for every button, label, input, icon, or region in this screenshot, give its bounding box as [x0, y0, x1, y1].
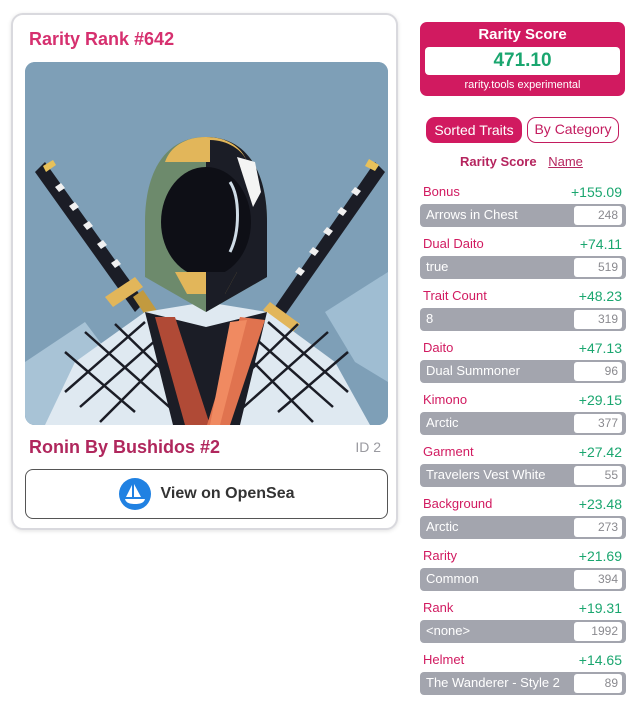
- trait-row[interactable]: Kimono +29.15 Arctic 377: [420, 391, 626, 443]
- sort-by-rarity-score[interactable]: Rarity Score: [460, 154, 537, 169]
- trait-value-bar: <none> 1992: [420, 620, 626, 643]
- nft-name: Ronin By Bushidos #2: [29, 437, 221, 457]
- trait-value: <none>: [426, 623, 471, 638]
- rarity-rank-title: Rarity Rank #642: [29, 29, 175, 49]
- trait-row[interactable]: Background +23.48 Arctic 273: [420, 495, 626, 547]
- trait-row[interactable]: Rarity +21.69 Common 394: [420, 547, 626, 599]
- trait-score: +27.42: [578, 444, 622, 460]
- trait-category: Helmet: [423, 652, 465, 667]
- trait-count: 55: [574, 466, 622, 485]
- trait-count: 89: [574, 674, 622, 693]
- opensea-boat-icon: [118, 478, 151, 510]
- nft-image[interactable]: [25, 62, 388, 425]
- trait-row[interactable]: Bonus +155.09 Arrows in Chest 248: [420, 183, 626, 235]
- trait-count: 394: [574, 570, 622, 589]
- trait-score: +21.69: [578, 548, 622, 564]
- trait-score: +155.09: [571, 184, 622, 200]
- trait-value-bar: The Wanderer - Style 2 89: [420, 672, 626, 695]
- trait-score: +47.13: [578, 340, 622, 356]
- trait-row[interactable]: Rank +19.31 <none> 1992: [420, 599, 626, 651]
- trait-score: +23.48: [578, 496, 622, 512]
- trait-score: +29.15: [578, 392, 622, 408]
- trait-score: +19.31: [578, 600, 622, 616]
- trait-row[interactable]: Dual Daito +74.11 true 519: [420, 235, 626, 287]
- trait-category: Garment: [423, 444, 474, 459]
- trait-score: +14.65: [578, 652, 622, 668]
- trait-value-bar: Arctic 377: [420, 412, 626, 435]
- opensea-button-label: View on OpenSea: [160, 485, 295, 502]
- nft-id: ID 2: [355, 439, 381, 455]
- trait-category: Daito: [423, 340, 454, 355]
- trait-category: Rarity: [423, 548, 457, 563]
- trait-value: Travelers Vest White: [426, 467, 546, 482]
- trait-score: +74.11: [579, 236, 622, 252]
- trait-value-bar: Arrows in Chest 248: [420, 204, 626, 227]
- trait-value: Dual Summoner: [426, 363, 520, 378]
- rarity-score-value: 471.10: [425, 47, 620, 75]
- trait-value: Arrows in Chest: [426, 207, 518, 222]
- trait-row[interactable]: Daito +47.13 Dual Summoner 96: [420, 339, 626, 391]
- trait-value-bar: Travelers Vest White 55: [420, 464, 626, 487]
- trait-value-bar: Arctic 273: [420, 516, 626, 539]
- trait-count: 248: [574, 206, 622, 225]
- trait-count: 96: [574, 362, 622, 381]
- trait-count: 519: [574, 258, 622, 277]
- trait-value-bar: Common 394: [420, 568, 626, 591]
- trait-value: true: [426, 259, 449, 274]
- rarity-score-subtitle: rarity.tools experimental: [464, 79, 581, 91]
- tab-by-category[interactable]: By Category: [527, 117, 619, 143]
- trait-category: Kimono: [423, 392, 468, 407]
- trait-count: 377: [574, 414, 622, 433]
- sort-options: Rarity Score Name: [460, 154, 583, 169]
- trait-category: Dual Daito: [423, 236, 484, 251]
- trait-list: Bonus +155.09 Arrows in Chest 248 Dual D…: [420, 183, 626, 703]
- nft-card: Rarity Rank #642 Ronin By Bushidos #2 ID…: [11, 13, 398, 530]
- trait-value-bar: Dual Summoner 96: [420, 360, 626, 383]
- trait-value: 8: [426, 311, 434, 326]
- trait-category: Trait Count: [423, 288, 487, 303]
- trait-count: 319: [574, 310, 622, 329]
- sort-by-name-link[interactable]: Name: [548, 154, 583, 169]
- tab-sorted-traits[interactable]: Sorted Traits: [426, 117, 522, 143]
- trait-value-bar: true 519: [420, 256, 626, 279]
- trait-row[interactable]: Garment +27.42 Travelers Vest White 55: [420, 443, 626, 495]
- trait-row[interactable]: Helmet +14.65 The Wanderer - Style 2 89: [420, 651, 626, 703]
- rarity-score-box: Rarity Score 471.10 rarity.tools experim…: [420, 22, 625, 96]
- rarity-score-title: Rarity Score: [478, 26, 567, 43]
- trait-value: Arctic: [426, 519, 459, 534]
- trait-value: Common: [426, 571, 479, 586]
- trait-count: 1992: [574, 622, 622, 641]
- trait-row[interactable]: Trait Count +48.23 8 319: [420, 287, 626, 339]
- trait-value-bar: 8 319: [420, 308, 626, 331]
- trait-score: +48.23: [578, 288, 622, 304]
- trait-category: Bonus: [423, 184, 460, 199]
- trait-value: Arctic: [426, 415, 459, 430]
- trait-value: The Wanderer - Style 2: [426, 675, 560, 690]
- trait-category: Background: [423, 496, 493, 511]
- trait-category: Rank: [423, 600, 454, 615]
- ronin-artwork: [25, 62, 388, 425]
- view-on-opensea-button[interactable]: View on OpenSea: [25, 469, 388, 519]
- trait-count: 273: [574, 518, 622, 537]
